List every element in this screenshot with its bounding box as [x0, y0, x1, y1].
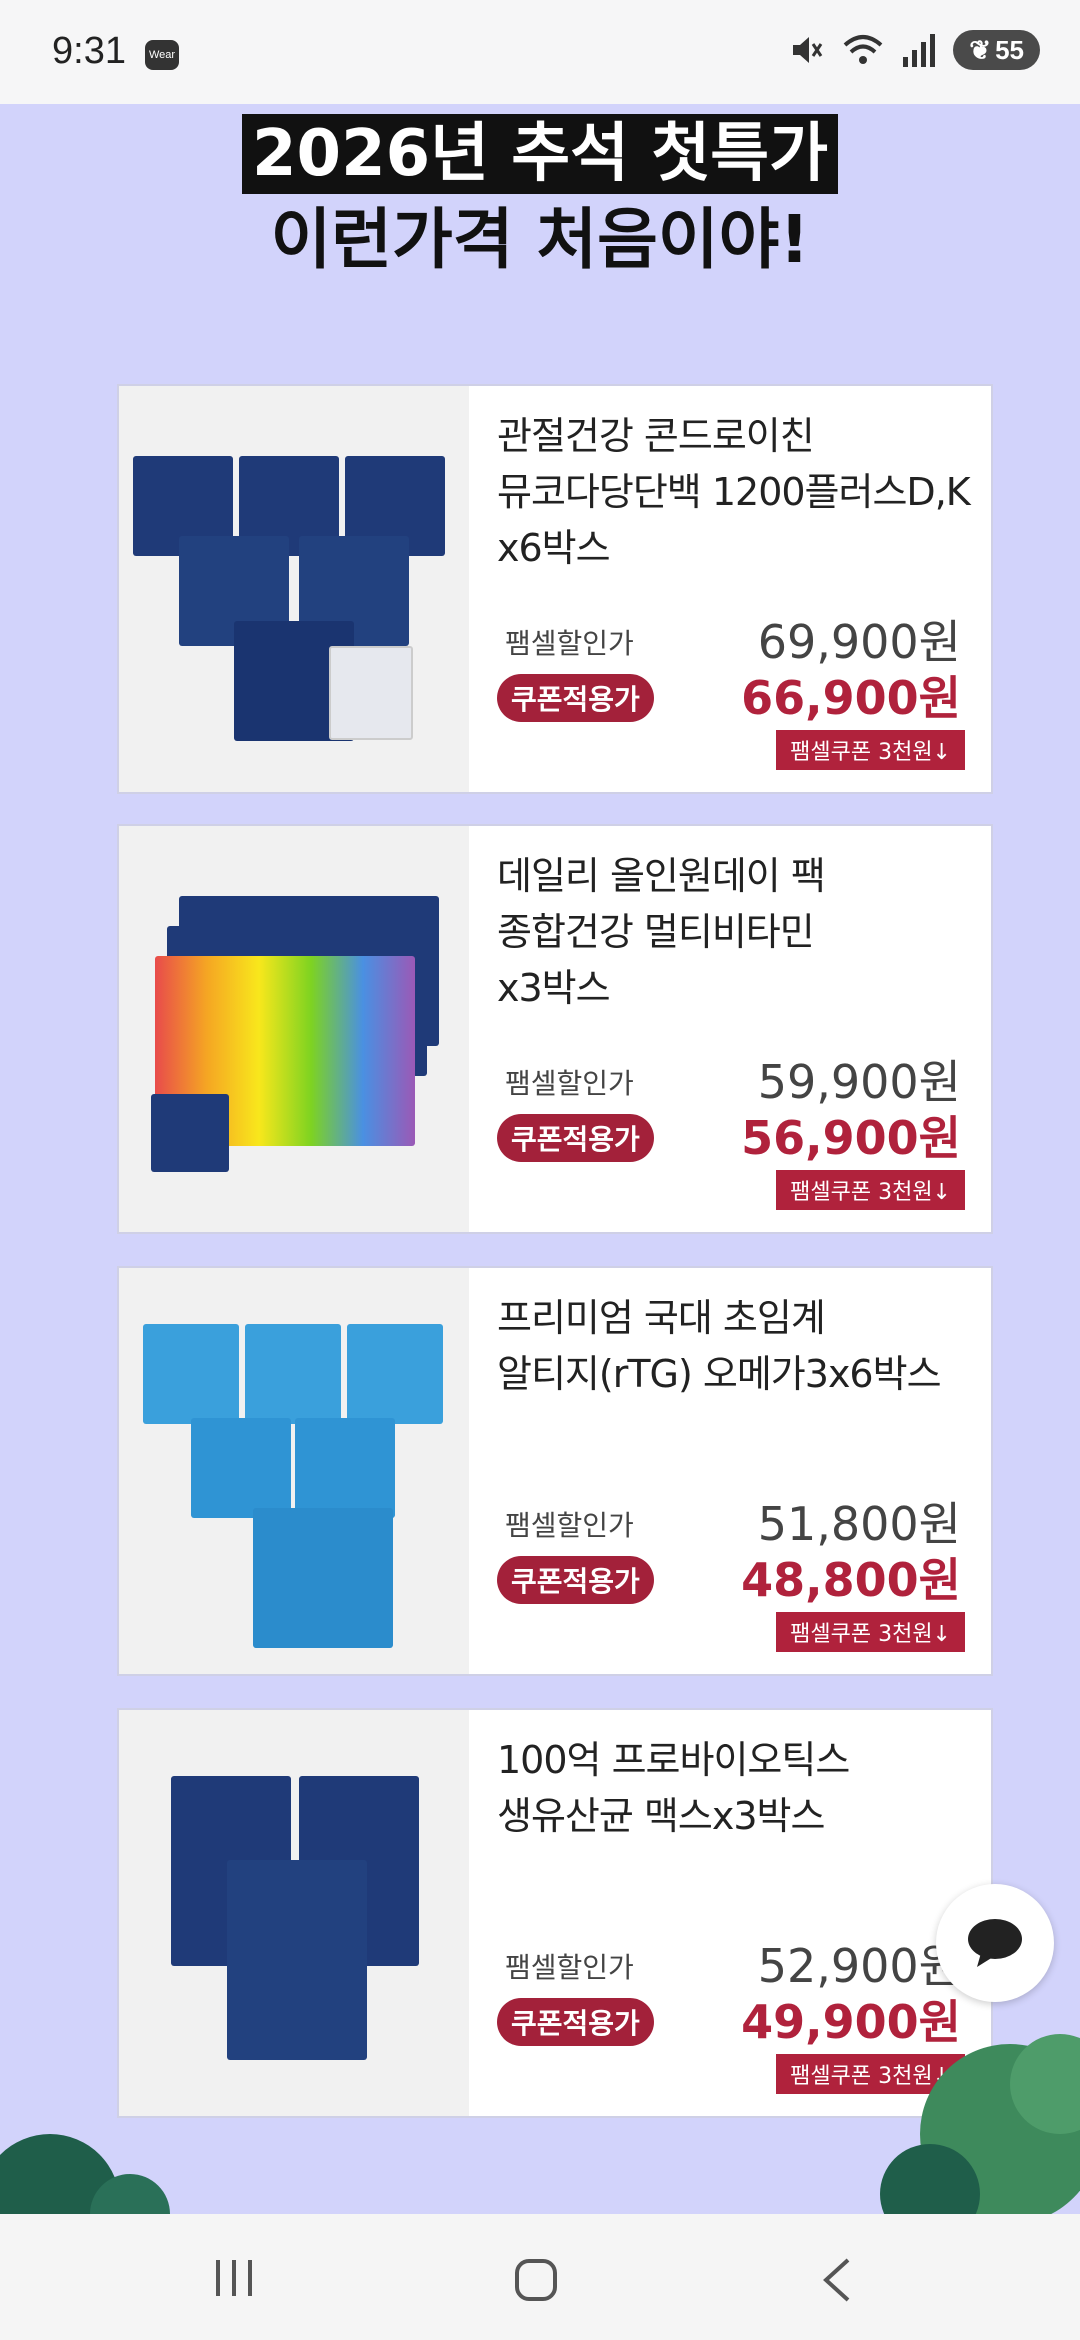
battery-indicator: ❦ 55 [953, 30, 1040, 70]
headline-line-1: 2026년 추석 첫특가 [242, 114, 838, 194]
wifi-icon [843, 35, 883, 64]
status-bar: 9:31 Wear ❦ 55 [0, 0, 1080, 104]
sale-price: 56,900원 [741, 1111, 961, 1165]
product-card[interactable]: 데일리 올인원데이 팩 종합건강 멀티비타민 x3박스 팸셀할인가 쿠폰적용가 … [117, 824, 993, 1234]
sachet-image [151, 1094, 229, 1172]
coupon-tag: 팸셀쿠폰 3천원↓ [776, 730, 965, 770]
recent-apps-icon[interactable] [212, 2258, 256, 2298]
product-image[interactable] [119, 386, 469, 792]
wear-icon: Wear [145, 40, 179, 70]
product-box-image [347, 1324, 443, 1424]
coupon-pill: 쿠폰적용가 [497, 1114, 654, 1162]
pill-blister-image [329, 646, 413, 740]
product-card[interactable]: 프리미엄 국대 초임계 알티지(rTG) 오메가3x6박스 팸셀할인가 쿠폰적용… [117, 1266, 993, 1676]
product-image[interactable] [119, 1710, 469, 2116]
product-box-image [245, 1324, 341, 1424]
coupon-pill: 쿠폰적용가 [497, 1556, 654, 1604]
product-title[interactable]: 프리미엄 국대 초임계 알티지(rTG) 오메가3x6박스 [497, 1290, 977, 1402]
sale-label: 팸셀할인가 [505, 627, 634, 660]
product-box-image [295, 1418, 395, 1518]
back-icon[interactable] [820, 2258, 856, 2302]
headline-line-2: 이런가격 처음이야! [270, 201, 810, 278]
product-box-image [143, 1324, 239, 1424]
product-box-image [191, 1418, 291, 1518]
product-title[interactable]: 데일리 올인원데이 팩 종합건강 멀티비타민 x3박스 [497, 848, 977, 1016]
signal-icon [903, 34, 936, 67]
product-box-image [227, 1860, 367, 2060]
sale-price: 48,800원 [741, 1553, 961, 1607]
bush-decoration-right [880, 2034, 1080, 2214]
leaf-icon: ❦ [969, 34, 992, 65]
chat-button[interactable] [936, 1884, 1054, 2002]
promo-page: 2026년 추석 첫특가 이런가격 처음이야! 관절건강 콘드로이친 뮤코다당단… [0, 104, 1080, 2214]
mute-icon [793, 37, 823, 63]
status-icons: ❦ 55 [787, 30, 1040, 70]
sale-label: 팸셀할인가 [505, 1509, 634, 1542]
chat-bubble-icon [968, 1919, 1022, 1967]
coupon-tag: 팸셀쿠폰 3천원↓ [776, 1612, 965, 1652]
product-image[interactable] [119, 826, 469, 1232]
product-title[interactable]: 100억 프로바이오틱스 생유산균 맥스x3박스 [497, 1732, 977, 1844]
promo-headline: 2026년 추석 첫특가 이런가격 처음이야! [0, 114, 1080, 280]
sale-label: 팸셀할인가 [505, 1951, 634, 1984]
battery-level: 55 [995, 34, 1024, 65]
coupon-pill: 쿠폰적용가 [497, 1998, 654, 2046]
product-card[interactable]: 관절건강 콘드로이친 뮤코다당단백 1200플러스D,K x6박스 팸셀할인가 … [117, 384, 993, 794]
bush-decoration-left [0, 2134, 170, 2214]
sale-price: 66,900원 [741, 671, 961, 725]
status-time: 9:31 [52, 30, 126, 72]
product-image[interactable] [119, 1268, 469, 1674]
home-icon[interactable] [514, 2258, 558, 2302]
sale-label: 팸셀할인가 [505, 1067, 634, 1100]
coupon-pill: 쿠폰적용가 [497, 674, 654, 722]
product-box-image [253, 1508, 393, 1648]
navigation-bar [0, 2214, 1080, 2340]
product-title[interactable]: 관절건강 콘드로이친 뮤코다당단백 1200플러스D,K x6박스 [497, 408, 977, 576]
coupon-tag: 팸셀쿠폰 3천원↓ [776, 1170, 965, 1210]
